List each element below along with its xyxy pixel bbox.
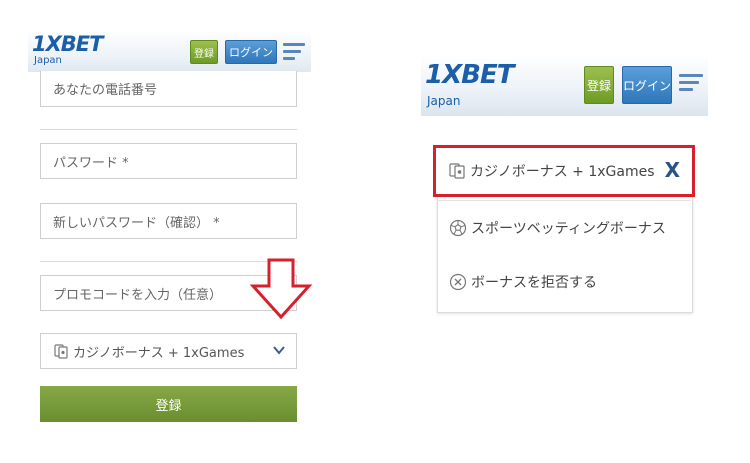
- bonus-option-label: スポーツベッティングボーナス: [471, 221, 666, 237]
- phone-input[interactable]: あなたの電話番号: [40, 71, 297, 107]
- close-icon[interactable]: X: [665, 158, 680, 182]
- decline-icon: [449, 273, 467, 291]
- menu-icon[interactable]: [679, 74, 703, 95]
- bonus-option-casino[interactable]: カジノボーナス + 1xGames X: [433, 145, 695, 197]
- bonus-option-label: カジノボーナス + 1xGames: [470, 164, 655, 180]
- divider: [40, 129, 297, 130]
- password-input[interactable]: パスワード *: [40, 143, 297, 179]
- region-label: Japan: [34, 55, 62, 66]
- arrow-down-icon: [250, 258, 312, 320]
- header-bar: 1XBET Japan 登録 ログイン: [421, 54, 708, 116]
- header-bar: 1XBET Japan 登録 ログイン: [28, 30, 311, 72]
- menu-icon[interactable]: [283, 43, 305, 64]
- confirm-password-input[interactable]: 新しいパスワード（確認） *: [40, 203, 297, 239]
- register-button[interactable]: 登録: [584, 66, 614, 104]
- chevron-down-icon: [273, 346, 285, 355]
- brand-logo[interactable]: 1XBET: [425, 60, 514, 90]
- soccer-ball-icon: [449, 219, 467, 237]
- casino-bonus-icon: [54, 344, 68, 359]
- casino-bonus-icon: [449, 163, 465, 179]
- brand-logo[interactable]: 1XBET: [32, 32, 103, 56]
- bonus-option-sports[interactable]: スポーツベッティングボーナス: [437, 203, 691, 253]
- region-label: Japan: [427, 94, 461, 108]
- submit-register-button[interactable]: 登録: [40, 386, 297, 422]
- register-button[interactable]: 登録: [190, 40, 218, 64]
- bonus-select[interactable]: カジノボーナス + 1xGames: [40, 333, 297, 369]
- bonus-option-label: ボーナスを拒否する: [471, 275, 597, 291]
- registration-form-panel: 1XBET Japan 登録 ログイン あなたの電話番号 パスワード * 新しい…: [28, 30, 311, 430]
- login-button[interactable]: ログイン: [225, 40, 277, 64]
- bonus-select-value: カジノボーナス + 1xGames: [73, 345, 245, 361]
- bonus-dropdown-panel: 1XBET Japan 登録 ログイン カジノボーナス + 1xGames X …: [421, 54, 708, 314]
- login-button[interactable]: ログイン: [622, 66, 672, 104]
- bonus-option-decline[interactable]: ボーナスを拒否する: [437, 257, 691, 307]
- divider: [437, 200, 691, 201]
